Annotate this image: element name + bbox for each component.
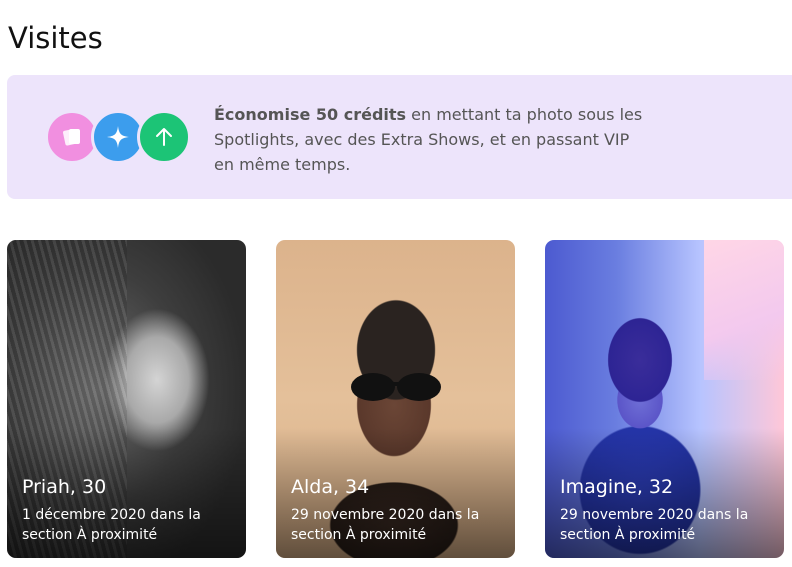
visitor-name-age: Alda, 34 xyxy=(291,476,370,498)
visit-info: 29 novembre 2020 dans la section À proxi… xyxy=(291,505,491,545)
visit-info: 1 décembre 2020 dans la section À proxim… xyxy=(22,505,222,545)
visit-info: 29 novembre 2020 dans la section À proxi… xyxy=(560,505,760,545)
visit-section: section À proximité xyxy=(560,527,696,543)
visitor-name-age: Priah, 30 xyxy=(22,476,107,498)
promo-icons xyxy=(45,109,195,165)
promo-text-bold: Économise 50 crédits xyxy=(214,105,407,124)
visit-section: section À proximité xyxy=(22,527,158,543)
visit-date: 29 novembre 2020 dans la xyxy=(560,507,749,523)
arrow-up-icon xyxy=(137,110,191,164)
visitor-card[interactable]: Priah, 30 1 décembre 2020 dans la sectio… xyxy=(7,240,246,558)
promo-banner[interactable]: Économise 50 crédits en mettant ta photo… xyxy=(7,75,792,199)
visitor-card[interactable]: Alda, 34 29 novembre 2020 dans la sectio… xyxy=(276,240,515,558)
promo-text: Économise 50 crédits en mettant ta photo… xyxy=(214,102,644,177)
visit-date: 1 décembre 2020 dans la xyxy=(22,507,201,523)
visit-section: section À proximité xyxy=(291,527,427,543)
visit-date: 29 novembre 2020 dans la xyxy=(291,507,480,523)
visitor-name-age: Imagine, 32 xyxy=(560,476,674,498)
visitor-card[interactable]: Imagine, 32 29 novembre 2020 dans la sec… xyxy=(545,240,784,558)
page-title: Visites xyxy=(8,21,103,56)
